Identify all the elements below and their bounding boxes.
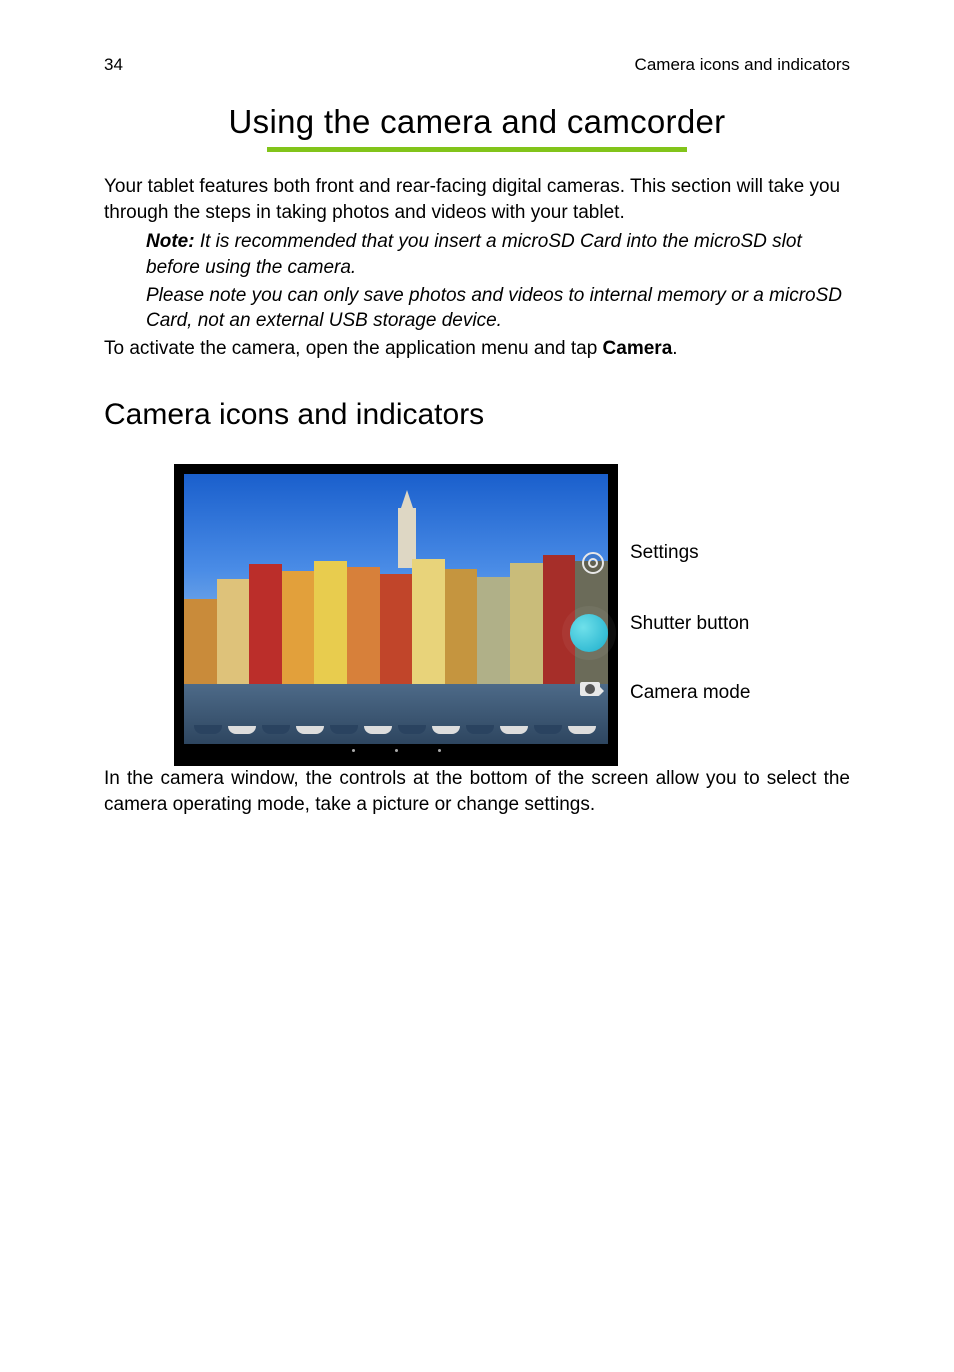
shutter-button[interactable] <box>570 614 608 652</box>
camera-mode-icon[interactable] <box>580 682 602 698</box>
camera-bold: Camera <box>603 338 673 359</box>
activate-pre: To activate the camera, open the applica… <box>104 338 603 359</box>
callout-mode: Camera mode <box>630 682 750 705</box>
callout-shutter: Shutter button <box>630 613 750 636</box>
camera-figure: Settings Shutter button Camera mode <box>174 464 850 766</box>
camera-screenshot <box>174 464 618 766</box>
intro-paragraph: Your tablet features both front and rear… <box>104 174 850 225</box>
activate-line: To activate the camera, open the applica… <box>104 336 850 362</box>
bottom-nav-bar <box>184 744 608 758</box>
running-head: Camera icons and indicators <box>635 55 850 75</box>
note-line-2: Please note you can only save photos and… <box>146 283 850 334</box>
settings-icon[interactable] <box>582 552 602 572</box>
activate-post: . <box>672 338 677 359</box>
note-label: Note: <box>146 231 195 252</box>
note-text-1: It is recommended that you insert a micr… <box>146 231 802 278</box>
title-underline <box>267 147 687 152</box>
chapter-title: Using the camera and camcorder <box>104 103 850 141</box>
closing-paragraph: In the camera window, the controls at th… <box>104 766 850 817</box>
section-heading: Camera icons and indicators <box>104 395 850 436</box>
callout-settings: Settings <box>630 542 750 565</box>
boats-row <box>194 688 598 734</box>
note-line-1: Note: It is recommended that you insert … <box>146 229 850 280</box>
buildings-row <box>184 554 608 689</box>
figure-callouts: Settings Shutter button Camera mode <box>630 464 750 704</box>
page-header: 34 Camera icons and indicators <box>104 55 850 75</box>
note-block: Note: It is recommended that you insert … <box>146 229 850 334</box>
page-number: 34 <box>104 55 123 75</box>
